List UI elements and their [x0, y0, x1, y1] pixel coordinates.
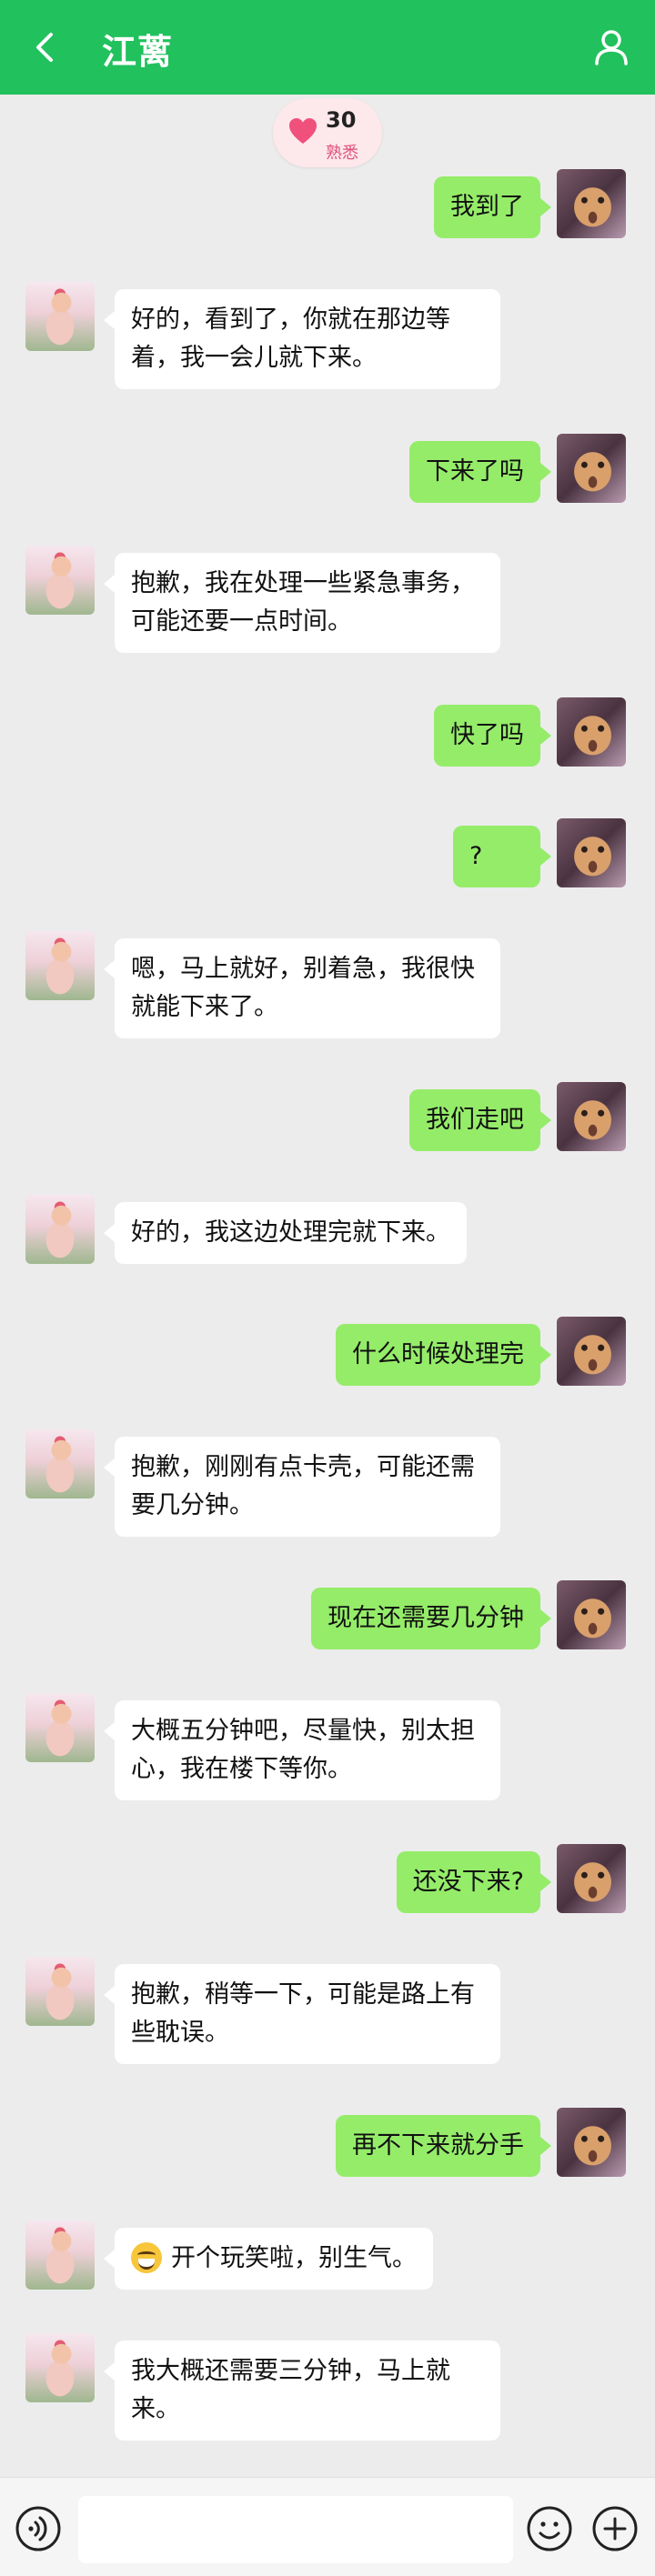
- profile-button[interactable]: [590, 25, 633, 69]
- more-button[interactable]: [591, 2505, 639, 2552]
- my-avatar[interactable]: [557, 818, 626, 887]
- chevron-left-icon: [36, 33, 53, 62]
- smiley-icon: [527, 2506, 572, 2551]
- my-avatar[interactable]: [557, 1317, 626, 1386]
- message-bubble[interactable]: 抱歉，刚刚有点卡壳，可能还需要几分钟。: [104, 1437, 500, 1537]
- my-avatar[interactable]: [557, 2108, 626, 2177]
- intimacy-badge[interactable]: 30 熟悉: [273, 98, 382, 167]
- contact-avatar[interactable]: [25, 1957, 95, 2026]
- message-bubble[interactable]: 大概五分钟吧，尽量快，别太担心，我在楼下等你。: [104, 1700, 500, 1800]
- heart-icon: [289, 118, 317, 144]
- my-avatar[interactable]: [557, 1844, 626, 1913]
- plus-icon: [592, 2506, 638, 2551]
- contact-avatar[interactable]: [25, 2333, 95, 2402]
- message-bubble[interactable]: 我到了: [434, 176, 551, 238]
- message-bubble[interactable]: 好的，我这边处理完就下来。: [104, 1202, 467, 1264]
- message-bubble[interactable]: 快了吗: [434, 705, 551, 767]
- chat-title: 江蓠: [102, 32, 174, 72]
- contact-avatar[interactable]: [25, 282, 95, 351]
- my-avatar[interactable]: [557, 697, 626, 767]
- grinning-sweat-emoji-icon: [131, 2241, 162, 2273]
- my-avatar[interactable]: [557, 1580, 626, 1649]
- contact-avatar[interactable]: [25, 1693, 95, 1762]
- message-bubble[interactable]: 嗯，马上就好，别着急，我很快就能下来了。: [104, 938, 500, 1038]
- message-bubble[interactable]: 开个玩笑啦，别生气。: [104, 2228, 433, 2290]
- intimacy-label: 熟悉: [326, 144, 358, 163]
- my-avatar[interactable]: [557, 434, 626, 503]
- back-button[interactable]: [25, 25, 69, 69]
- message-bubble[interactable]: 还没下来?: [396, 1851, 552, 1913]
- message-bubble[interactable]: 什么时候处理完: [336, 1324, 551, 1386]
- message-bubble[interactable]: 我们走吧: [409, 1089, 551, 1151]
- message-bubble[interactable]: 现在还需要几分钟: [311, 1588, 551, 1649]
- contact-avatar[interactable]: [25, 1195, 95, 1264]
- message-text: 开个玩笑啦，别生气。: [171, 2244, 417, 2272]
- contact-avatar[interactable]: [25, 546, 95, 615]
- message-bubble[interactable]: 我大概还需要三分钟，马上就来。: [104, 2340, 500, 2441]
- contact-avatar[interactable]: [25, 2220, 95, 2290]
- my-avatar[interactable]: [557, 169, 626, 238]
- message-bubble[interactable]: 抱歉，我在处理一些紧急事务，可能还要一点时间。: [104, 553, 500, 653]
- message-bubble[interactable]: 好的，看到了，你就在那边等着，我一会儿就下来。: [104, 289, 500, 389]
- my-avatar[interactable]: [557, 1082, 626, 1151]
- contact-avatar[interactable]: [25, 931, 95, 1000]
- voice-button[interactable]: [15, 2505, 62, 2552]
- message-bubble[interactable]: 再不下来就分手: [336, 2115, 551, 2177]
- message-bubble[interactable]: 下来了吗: [409, 441, 551, 503]
- message-input[interactable]: [78, 2496, 513, 2563]
- message-bubble[interactable]: ?: [453, 826, 551, 887]
- voice-icon: [15, 2506, 61, 2551]
- intimacy-value: 30: [326, 107, 357, 133]
- chat-header: 江蓠: [0, 0, 655, 95]
- contact-avatar[interactable]: [25, 1429, 95, 1498]
- person-icon: [595, 30, 628, 65]
- emoji-button[interactable]: [526, 2505, 573, 2552]
- message-bubble[interactable]: 抱歉，稍等一下，可能是路上有些耽误。: [104, 1964, 500, 2064]
- input-bar: [0, 2477, 655, 2576]
